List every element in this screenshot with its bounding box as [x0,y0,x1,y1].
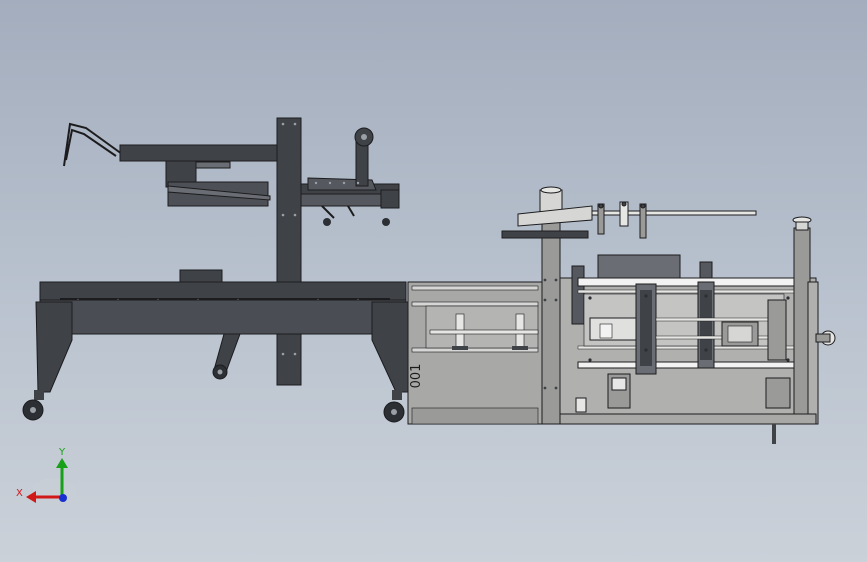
y-axis-label: Y [58,447,66,458]
conveyor-bed [39,281,407,301]
conveyor-box-marker [179,269,223,283]
cad-viewport[interactable]: 001 Y X [0,0,867,562]
lower-frame-beam [39,299,407,335]
cylinder-body [589,317,643,341]
top-head-beam [119,144,279,162]
suction-cups [597,201,647,239]
part-marking: 001 [409,364,424,389]
case-sealer [22,117,409,423]
sealer-column [276,117,302,386]
tape-head [300,127,400,226]
caster-left [22,390,44,421]
x-axis-label: X [16,488,23,499]
mid-rail [577,361,795,369]
coordinate-triad: Y X [16,447,76,506]
top-head-bar [195,161,231,169]
center-post [541,211,561,425]
case-erector: 001 [407,186,836,444]
machine-model: 001 Y X [16,117,836,506]
top-rail [577,277,795,287]
right-leg [371,301,409,393]
caster-right [383,390,405,423]
upper-arm-rod [591,210,757,216]
z-axis-arrow [59,494,67,502]
top-handle [63,122,123,167]
upper-arm-plate [501,230,589,239]
left-leg [35,301,73,393]
